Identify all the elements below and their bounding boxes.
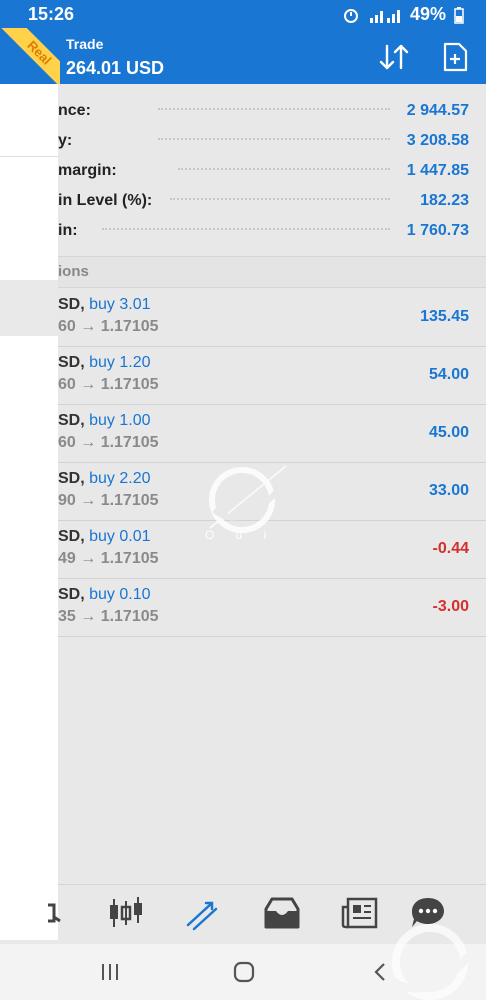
account-row-balance: nce: 2 944.57 [58, 96, 486, 126]
account-type-ribbon: Real [0, 28, 60, 88]
navigation-drawer [0, 84, 58, 940]
drawer-selected-item[interactable] [0, 280, 58, 336]
account-profit: 264.01 USD [66, 58, 165, 78]
signal-icon [369, 9, 400, 23]
chart-icon[interactable] [106, 895, 146, 931]
status-bar: 15:26 49% [0, 0, 486, 28]
position-side: buy 0.01 [89, 528, 151, 545]
dot-leader [102, 228, 390, 230]
row-value: 182.23 [420, 192, 469, 209]
dot-leader [178, 168, 390, 170]
position-row[interactable]: SD, buy 0.10 35 → 1.17105 -3.00 [0, 578, 486, 637]
recent-apps-icon[interactable] [96, 960, 126, 984]
row-label: in Level (%): [58, 192, 153, 209]
position-symbol: SD, [58, 470, 85, 487]
position-side: buy 3.01 [89, 296, 151, 313]
position-row[interactable]: SD, buy 1.20 60 → 1.17105 54.00 [0, 346, 486, 405]
section-title: ions [58, 263, 89, 280]
app-bar: Trade 264.01 USD [0, 28, 486, 84]
row-label: y: [58, 132, 73, 149]
sort-icon[interactable] [378, 42, 410, 72]
alarm-icon [343, 8, 358, 23]
position-symbol: SD, [58, 296, 85, 313]
position-symbol: SD, [58, 412, 85, 429]
battery-icon [454, 6, 464, 24]
positions-header: ions [0, 256, 486, 288]
position-prices: 60 → 1.17105 [58, 434, 159, 451]
row-value: 1 760.73 [406, 222, 469, 239]
position-profit: 135.45 [420, 308, 469, 325]
position-row[interactable]: SD, buy 3.01 60 → 1.17105 135.45 [0, 288, 486, 347]
position-symbol: SD, [58, 528, 85, 545]
row-label: in: [58, 222, 78, 239]
battery-percent: 49% [409, 4, 446, 24]
position-prices: 60 → 1.17105 [58, 318, 159, 335]
watermark-text: O u i [205, 528, 276, 542]
position-row[interactable]: SD, buy 1.00 60 → 1.17105 45.00 [0, 404, 486, 463]
row-value: 1 447.85 [406, 162, 469, 179]
position-prices: 60 → 1.17105 [58, 376, 159, 393]
status-icons: 49% [342, 4, 464, 25]
position-symbol: SD, [58, 586, 85, 603]
account-row-margin-level: in Level (%): 182.23 [58, 186, 486, 216]
account-row-margin: margin: 1 447.85 [58, 156, 486, 186]
position-profit: 33.00 [428, 482, 469, 499]
account-row-equity: y: 3 208.58 [58, 126, 486, 156]
dot-leader [170, 198, 390, 200]
position-symbol: SD, [58, 354, 85, 371]
watermark-corner-icon [391, 924, 476, 1000]
new-order-icon[interactable] [442, 42, 468, 72]
row-label: nce: [58, 102, 91, 119]
position-profit: 54.00 [428, 366, 469, 383]
position-profit: 45.00 [428, 424, 469, 441]
position-side: buy 1.00 [89, 412, 151, 429]
page-title: Trade [66, 36, 104, 52]
dot-leader [158, 138, 390, 140]
position-side: buy 2.20 [89, 470, 151, 487]
position-prices: 35 → 1.17105 [58, 608, 159, 625]
position-prices: 90 → 1.17105 [58, 492, 159, 509]
position-profit: -0.44 [432, 540, 469, 557]
dot-leader [158, 108, 390, 110]
position-profit: -3.00 [432, 598, 469, 615]
row-label: margin: [58, 162, 117, 179]
drawer-divider [0, 156, 58, 157]
quotes-icon[interactable] [48, 895, 66, 931]
real-badge: Real [0, 28, 60, 88]
position-prices: 49 → 1.17105 [58, 550, 159, 567]
row-value: 3 208.58 [406, 132, 469, 149]
home-icon[interactable] [229, 960, 259, 984]
status-time: 15:26 [28, 4, 75, 24]
position-side: buy 1.20 [89, 354, 151, 371]
account-row-free-margin: in: 1 760.73 [58, 216, 486, 246]
position-side: buy 0.10 [89, 586, 151, 603]
row-value: 2 944.57 [406, 102, 469, 119]
trade-icon[interactable] [182, 895, 222, 931]
history-icon[interactable] [262, 895, 302, 931]
